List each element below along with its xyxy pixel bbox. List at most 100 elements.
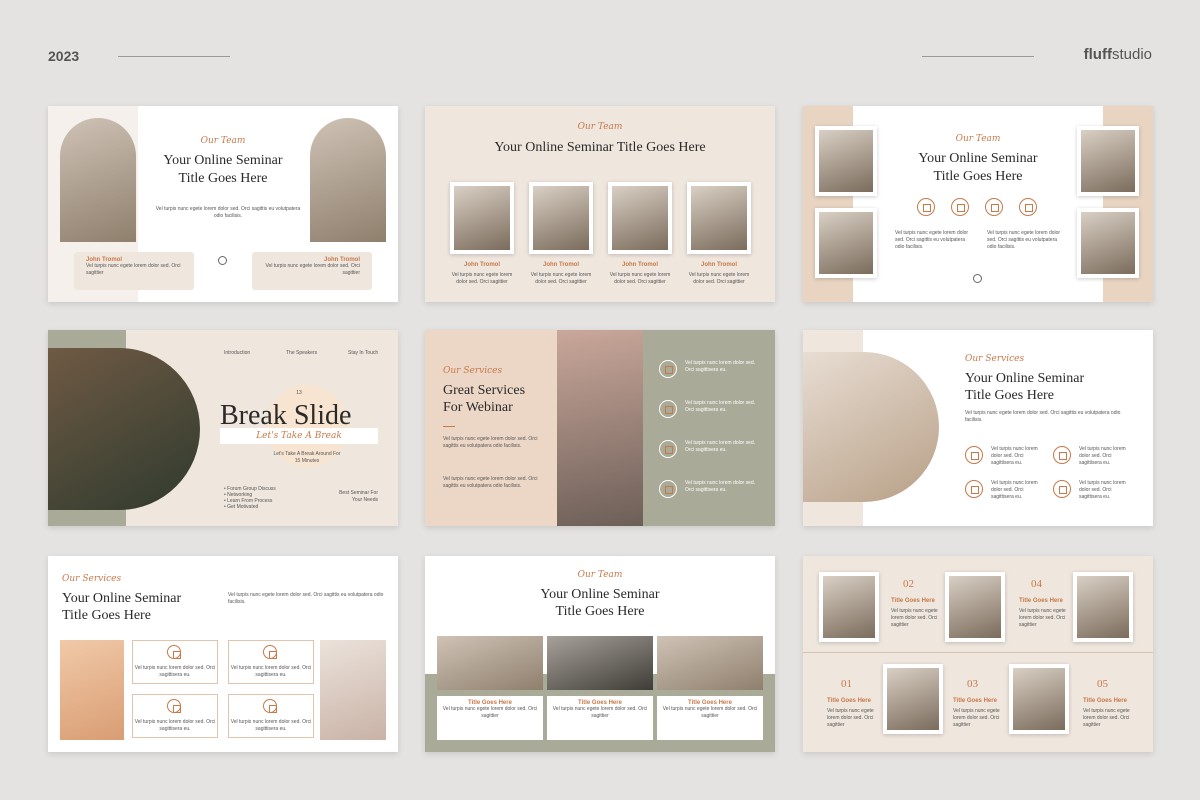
team-photo-3 <box>657 636 763 690</box>
timeline-photo-5 <box>1009 664 1069 734</box>
our-team-label: Our Team <box>577 570 623 580</box>
team-name-3: John Tromol <box>622 262 658 268</box>
brand-logo: fluffstudio <box>1083 46 1152 63</box>
nav-stay-in-touch[interactable]: Stay In Touch <box>348 350 378 357</box>
team-desc-3: Vel turpis nunc egete lorem dolor sed. O… <box>609 272 671 285</box>
body-text-2: Vel turpis nunc egete lorem dolor sed. O… <box>443 476 538 489</box>
header-rule-right <box>922 56 1034 57</box>
document-icon <box>1053 480 1071 498</box>
team-desc-4: Vel turpis nunc egete lorem dolor sed. O… <box>688 272 750 285</box>
body-text: Vel turpis nunc egete lorem dolor sed. O… <box>155 206 301 219</box>
team-card-3: Title Goes Here Vel turpis nunc egete lor… <box>657 696 763 740</box>
flower-photo-left <box>60 640 124 740</box>
body-text-left: Vel turpis nunc egete lorem dolor sed. O… <box>895 230 969 250</box>
slide-title: Your Online Seminar Title Goes Here <box>163 153 283 186</box>
our-services-label: Our Services <box>62 574 122 584</box>
step-05: 05 <box>1097 678 1108 690</box>
dried-palm-photo <box>803 352 939 502</box>
target-icon <box>951 198 969 216</box>
our-team-label: Our Team <box>955 134 1001 144</box>
header-year: 2023 <box>48 48 80 64</box>
service-box-1: Vel turpis nunc lorem dolor sed. Orci sa… <box>132 640 218 684</box>
target-icon <box>965 480 983 498</box>
our-services-label: Our Services <box>965 354 1025 364</box>
team-photo-1 <box>437 636 543 690</box>
feature-text-4: Vel turpis nunc lorem dolor sed. Orci sa… <box>1079 480 1126 500</box>
step-02-text: Vel turpis nunc egete lorem dolor sed. O… <box>891 608 938 628</box>
team-card-2: Title Goes Here Vel turpis nunc egete lor… <box>547 696 653 740</box>
profile-card-right: John Tromol Vel turpis nunc egete lorem d… <box>252 252 372 290</box>
body-text: Vel turpis nunc egete lorem dolor sed. O… <box>965 410 1121 423</box>
step-01: 01 <box>841 678 852 690</box>
step-03-text: Vel turpis nunc egete lorem dolor sed. O… <box>953 708 1000 728</box>
our-team-label: Our Team <box>577 122 623 132</box>
service-box-2: Vel turpis nunc lorem dolor sed. Orci sa… <box>228 640 314 684</box>
slide-title: Your Online Seminar Title Goes Here <box>918 151 1038 184</box>
slide-timeline[interactable]: 02 Title Goes Here Vel turpis nunc egete… <box>803 556 1153 752</box>
document-icon <box>1019 198 1037 216</box>
step-05-title: Title Goes Here <box>1083 698 1127 704</box>
feature-text-3: Vel turpis nunc lorem dolor sed. Orci sa… <box>991 480 1038 500</box>
service-text-2: Vel turpis nunc lorem dolor sed. Orci sa… <box>685 400 756 413</box>
team-photo-d <box>1077 208 1139 278</box>
team-photo-2 <box>529 182 593 254</box>
briefcase-icon <box>659 440 677 458</box>
camera-icon <box>917 198 935 216</box>
slide-team-grid[interactable]: Our Team Your Online Seminar Title Goes … <box>425 106 775 302</box>
target-icon <box>659 400 677 418</box>
body-text-right: Vel turpis nunc egete lorem dolor sed. O… <box>987 230 1061 250</box>
team-name-2: John Tromol <box>543 262 579 268</box>
feature-text-1: Vel turpis nunc lorem dolor sed. Orci sa… <box>991 446 1038 466</box>
timeline-photo-3 <box>1073 572 1133 642</box>
team-card-1: Title Goes Here Vel turpis nunc egete lor… <box>437 696 543 740</box>
slide-team-icons[interactable]: Our Team Your Online Seminar Title Goes H… <box>803 106 1153 302</box>
briefcase-icon <box>985 198 1003 216</box>
step-03-title: Title Goes Here <box>953 698 997 704</box>
service-text-3: Vel turpis nunc lorem dolor sed. Orci sa… <box>685 440 756 453</box>
slide-team-cards[interactable]: Our Team Your Online Seminar Title Goes H… <box>425 556 775 752</box>
team-photo-4 <box>687 182 751 254</box>
break-note: Let's Take A Break Around For 15 Minutes <box>273 451 341 464</box>
slide-title: Your Online Seminar Title Goes Here <box>62 591 182 623</box>
service-text-1: Vel turpis nunc lorem dolor sed. Orci sa… <box>685 360 756 373</box>
arrow-down-icon <box>218 256 227 265</box>
slide-subtitle: Let's Take A Break <box>256 431 342 441</box>
slide-team-arches[interactable]: Our Team Your Online Seminar Title Goes H… <box>48 106 398 302</box>
body-text: Vel turpis nunc egete lorem dolor sed. O… <box>228 592 384 605</box>
nav-introduction[interactable]: Introduction <box>224 350 250 357</box>
bicycle-photo <box>557 330 643 526</box>
step-02-title: Title Goes Here <box>891 598 935 604</box>
body-text-1: Vel turpis nunc egete lorem dolor sed. O… <box>443 436 538 449</box>
step-02: 02 <box>903 578 914 590</box>
flower-photo-right <box>320 640 386 740</box>
document-icon <box>659 480 677 498</box>
team-photo-3 <box>608 182 672 254</box>
timeline-photo-2 <box>945 572 1005 642</box>
step-04: 04 <box>1031 578 1042 590</box>
team-photo-b <box>815 208 877 278</box>
camera-icon <box>965 446 983 464</box>
slide-services[interactable]: Our Services Great Services For Webinar V… <box>425 330 775 526</box>
team-desc-2: Vel turpis nunc egete lorem dolor sed. O… <box>530 272 592 285</box>
nav-speakers[interactable]: The Speakers <box>286 350 317 357</box>
bullet-list: • Forum Group Discuss • Networking • Lea… <box>224 486 276 510</box>
slide-title: Great Services For Webinar <box>443 383 526 415</box>
timeline-photo-4 <box>883 664 943 734</box>
service-box-3: Vel turpis nunc lorem dolor sed. Orci sa… <box>132 694 218 738</box>
slide-title: Your Online Seminar Title Goes Here <box>494 140 706 155</box>
slide-seminar-circle[interactable]: Our Services Your Online Seminar Title Go… <box>803 330 1153 526</box>
book-photo <box>48 348 200 510</box>
team-name-4: John Tromol <box>701 262 737 268</box>
camera-icon <box>659 360 677 378</box>
slide-number: 13 <box>296 390 302 396</box>
step-01-text: Vel turpis nunc egete lorem dolor sed. O… <box>827 708 874 728</box>
profile-card-left: John Tromol Vel turpis nunc egete lorem d… <box>74 252 194 290</box>
briefcase-icon <box>1053 446 1071 464</box>
team-photo-1 <box>450 182 514 254</box>
service-text-4: Vel turpis nunc lorem dolor sed. Orci sa… <box>685 480 756 493</box>
our-services-label: Our Services <box>443 366 503 376</box>
slide-services-grid[interactable]: Our Services Your Online Seminar Title Go… <box>48 556 398 752</box>
slide-title: Your Online Seminar Title Goes Here <box>540 587 660 619</box>
service-box-4: Vel turpis nunc lorem dolor sed. Orci sa… <box>228 694 314 738</box>
slide-break[interactable]: Introduction The Speakers Stay In Touch … <box>48 330 398 526</box>
